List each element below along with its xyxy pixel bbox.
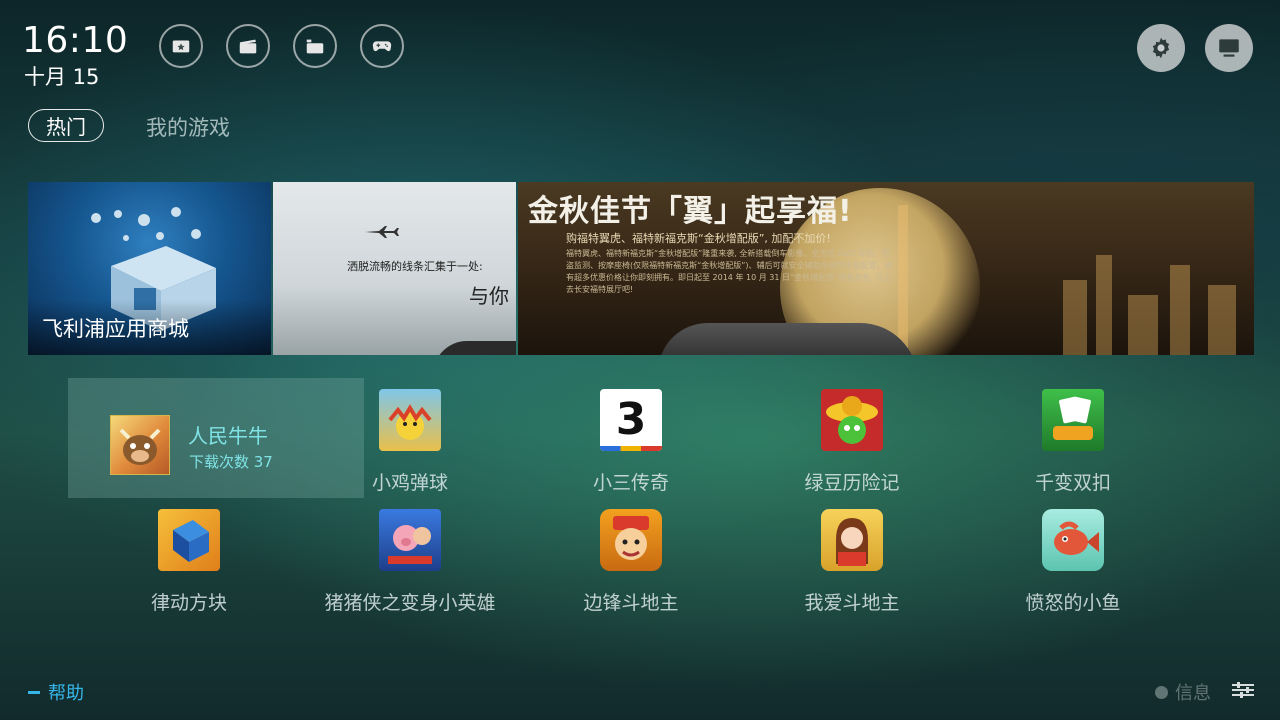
display-icon[interactable] (1205, 24, 1253, 72)
playing-cards-icon (1053, 396, 1093, 440)
color-stripe (600, 446, 662, 451)
banner-car[interactable]: 洒脱流畅的线条汇集于一处: 与你 (273, 182, 516, 355)
banner-app-store-label: 飞利浦应用商城 (42, 317, 189, 341)
building-shape (1096, 255, 1112, 355)
app-name: 绿豆历险记 (804, 472, 900, 494)
monitor-icon (1219, 39, 1239, 57)
minus-icon (28, 690, 40, 694)
app-item-xiaoji[interactable]: 小鸡弹球 (300, 389, 520, 495)
character-face-icon (613, 516, 649, 560)
app-item-qianbian[interactable]: 千变双扣 (963, 389, 1183, 495)
gear-icon (1152, 37, 1170, 59)
app-name: 我爱斗地主 (804, 592, 900, 614)
bean-adventure-icon (821, 389, 883, 451)
cow-face-icon (119, 428, 161, 465)
info-label: 信息 (1175, 683, 1211, 704)
banner-app-store[interactable]: 飞利浦应用商城 (28, 182, 271, 355)
app-name: 律动方块 (150, 592, 227, 614)
cube-game-icon (158, 509, 220, 571)
app-name: 边锋斗地主 (583, 592, 679, 614)
app-item-xiaosan[interactable]: 3 小三传奇 (521, 389, 741, 495)
pig-hero-icon (379, 509, 441, 571)
chick-game-icon (379, 389, 441, 451)
pig-face-icon (388, 525, 432, 564)
video-icon[interactable] (226, 24, 270, 68)
fish-icon (1054, 521, 1099, 555)
media-icon[interactable] (293, 24, 337, 68)
gift-box-illustration (91, 207, 216, 331)
car-shape (658, 323, 918, 355)
girl-face-icon (836, 518, 868, 566)
building-shape (1170, 265, 1190, 355)
app-name: 小三传奇 (592, 472, 669, 494)
help-label: 帮助 (48, 683, 84, 704)
gamepad-icon[interactable] (360, 24, 404, 68)
media-icon-glyph (306, 39, 324, 54)
tower-shape (898, 205, 908, 355)
app-item-fennu[interactable]: 愤怒的小鱼 (963, 509, 1183, 615)
help-button[interactable]: 帮助 (28, 679, 84, 705)
app-item-bianfeng[interactable]: 边锋斗地主 (521, 509, 741, 615)
favorites-icon[interactable] (159, 24, 203, 68)
tab-hot[interactable]: 热门 (28, 109, 104, 142)
airplane-icon (365, 226, 399, 238)
number-three-icon: 3 (600, 389, 662, 451)
three-glyph: 3 (615, 394, 647, 445)
banner-festival[interactable]: 金秋佳节「翼」起享福! 购福特翼虎、福特新福克斯“金秋增配版”, 加配不加价! … (518, 182, 1254, 355)
banner-car-line2: 与你 (469, 284, 509, 308)
gamepad-icon-glyph (372, 41, 392, 52)
date: 十月 15 (24, 65, 100, 89)
video-icon-glyph (239, 39, 257, 54)
favorites-icon-glyph (172, 40, 190, 53)
cube-icon (173, 520, 209, 562)
app-item-zhuzhuxia[interactable]: 猪猪侠之变身小英雄 (300, 509, 520, 615)
featured-app-downloads: 下载次数 37 (189, 453, 273, 471)
clock: 16:10 (22, 20, 129, 61)
cards-game-icon (1042, 389, 1104, 451)
cow-game-icon (110, 415, 170, 475)
tab-my-games[interactable]: 我的游戏 (146, 112, 230, 142)
app-name: 愤怒的小鱼 (1025, 592, 1121, 614)
app-item-woai[interactable]: 我爱斗地主 (742, 509, 962, 615)
app-name: 小鸡弹球 (371, 472, 448, 494)
building-shape (1208, 285, 1236, 355)
banner-festival-title: 金秋佳节「翼」起享福! (528, 194, 853, 229)
sliders-icon[interactable] (1232, 682, 1254, 698)
settings-icon[interactable] (1137, 24, 1185, 72)
featured-app-name: 人民牛牛 (188, 424, 268, 448)
info-button[interactable]: 信息 (1155, 679, 1211, 705)
app-item-lvdou[interactable]: 绿豆历险记 (742, 389, 962, 495)
building-shape (1063, 280, 1087, 355)
info-dot-icon (1155, 685, 1168, 699)
landlord-game-icon (600, 509, 662, 571)
app-name: 千变双扣 (1034, 472, 1111, 494)
card-girl-icon (821, 509, 883, 571)
building-shape (1128, 295, 1158, 355)
banner-festival-subtitle: 购福特翼虎、福特新福克斯“金秋增配版”, 加配不加价! (566, 232, 831, 245)
banner-festival-body: 福特翼虎、福特新福克斯“金秋增配版”隆重来袭, 全新搭载倒车影像、全方位 DVD… (566, 249, 893, 294)
sombrero-bean-icon (826, 396, 878, 444)
app-item-lvdong[interactable]: 律动方块 (79, 509, 299, 615)
car-roof-shape (433, 341, 516, 355)
chick-icon (388, 404, 432, 440)
angry-fish-icon (1042, 509, 1104, 571)
app-name: 猪猪侠之变身小英雄 (324, 592, 496, 614)
banner-car-line1: 洒脱流畅的线条汇集于一处: (347, 260, 483, 273)
